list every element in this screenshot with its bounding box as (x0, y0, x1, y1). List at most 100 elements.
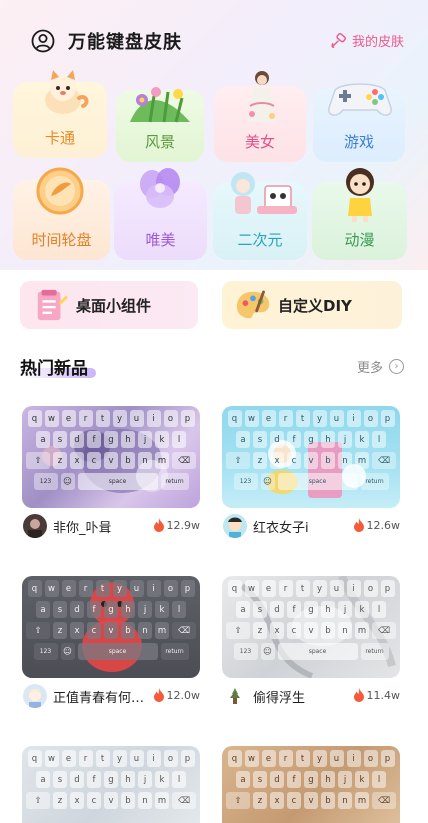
tool-desktop-widget[interactable]: 桌面小组件 (20, 281, 198, 329)
key: h (321, 431, 335, 448)
my-skin-button[interactable]: 我的皮肤 (330, 31, 404, 50)
skin-card-meta: 红衣女子i 12.6w (222, 508, 400, 544)
category-label: 唯美 (145, 231, 176, 249)
skin-card[interactable]: q w e r t y u i o p a s d f g h j k l ⇧ … (22, 406, 200, 544)
skin-brush-icon (331, 32, 346, 48)
key: q (227, 410, 242, 427)
author-name: 正值青春有何… (53, 690, 145, 706)
category-time-wheel[interactable]: 时间轮盘 (13, 167, 110, 260)
key: r (78, 750, 93, 767)
key: k (155, 431, 169, 448)
keyboard-preview: q w e r t y u i o p a s d f g h j k l ⇧ … (22, 576, 200, 678)
delete-key-icon: ⌫ (372, 792, 396, 809)
key: w (44, 410, 59, 427)
category-scenery[interactable]: 风景 (116, 87, 204, 162)
key: k (355, 601, 369, 618)
shift-key: ⇧ (26, 622, 50, 639)
key: y (312, 580, 327, 597)
key: j (138, 431, 152, 448)
category-game[interactable]: 游戏 (313, 83, 405, 162)
key: r (78, 410, 93, 427)
fire-icon (153, 688, 164, 702)
key: b (121, 622, 135, 639)
key: b (321, 792, 335, 809)
key: v (304, 622, 318, 639)
key: u (129, 750, 144, 767)
key: m (155, 452, 169, 469)
hot-section-title-text: 热门新品 (20, 359, 88, 379)
popularity: 12.6w (353, 518, 400, 532)
popularity: 11.4w (353, 688, 400, 702)
keyboard-keys: q w e r t y u i o p a s d f g h j k l ⇧ … (22, 576, 200, 678)
key: u (329, 410, 344, 427)
return-key: return (160, 473, 189, 490)
num-key: 123 (233, 643, 258, 660)
category-label: 美女 (244, 133, 275, 151)
key: x (70, 622, 84, 639)
key: a (236, 771, 250, 788)
key: t (95, 750, 110, 767)
key: g (104, 771, 118, 788)
space-key: space (77, 643, 158, 660)
key: o (163, 750, 178, 767)
key: i (346, 750, 361, 767)
category-anime[interactable]: 动漫 (312, 168, 407, 260)
key: u (329, 580, 344, 597)
key: m (355, 452, 369, 469)
avatar (223, 684, 247, 708)
key: v (304, 792, 318, 809)
key: p (380, 410, 395, 427)
emoji-key-icon: ☺ (260, 473, 275, 490)
space-key: space (277, 473, 358, 490)
key: f (87, 431, 101, 448)
key: q (27, 750, 42, 767)
category-label: 风景 (144, 133, 175, 151)
key: p (180, 750, 195, 767)
key: z (253, 792, 267, 809)
return-key: return (160, 643, 189, 660)
skin-card[interactable]: q w e r t y u i o p a s d f g h j k l ⇧ … (222, 746, 400, 823)
category-cartoon[interactable]: 卡通 (13, 70, 107, 158)
more-label: 更多 (356, 361, 383, 376)
key: w (244, 410, 259, 427)
scenery-flowers-icon (130, 87, 190, 123)
category-beauty[interactable]: 美女 (214, 71, 306, 162)
key: f (287, 601, 301, 618)
delete-key-icon: ⌫ (172, 792, 196, 809)
tool-custom-diy[interactable]: 自定义DIY (222, 281, 402, 329)
user-profile-icon[interactable] (31, 29, 55, 53)
space-key: space (77, 473, 158, 490)
key: i (146, 580, 161, 597)
key: o (363, 410, 378, 427)
skin-card[interactable]: q w e r t y u i o p a s d f g h j k l ⇧ … (222, 576, 400, 714)
app-title: 万能键盘皮肤 (68, 32, 182, 53)
key: p (180, 580, 195, 597)
key: f (87, 601, 101, 618)
author-name: 偷得浮生 (253, 690, 306, 706)
keyboard-preview: q w e r t y u i o p a s d f g h j k l ⇧ … (222, 576, 400, 678)
my-skin-label: 我的皮肤 (351, 35, 404, 50)
key: h (121, 601, 135, 618)
skin-card[interactable]: q w e r t y u i o p a s d f g h j k l ⇧ … (222, 406, 400, 544)
category-acg[interactable]: 二次元 (213, 172, 307, 260)
key: a (236, 431, 250, 448)
key: j (138, 601, 152, 618)
key: q (227, 750, 242, 767)
delete-key-icon: ⌫ (172, 452, 196, 469)
keyboard-keys: q w e r t y u i o p a s d f g h j k l ⇧ … (22, 746, 200, 823)
more-button[interactable]: 更多 › (357, 357, 404, 376)
keyboard-preview: q w e r t y u i o p a s d f g h j k l ⇧ … (222, 406, 400, 508)
key: g (304, 771, 318, 788)
key: y (312, 410, 327, 427)
key: k (355, 431, 369, 448)
key: n (338, 452, 352, 469)
key: l (172, 601, 186, 618)
key: o (363, 580, 378, 597)
category-aesthetic[interactable]: 唯美 (114, 168, 207, 260)
skin-card[interactable]: q w e r t y u i o p a s d f g h j k l ⇧ … (22, 576, 200, 714)
delete-key-icon: ⌫ (372, 622, 396, 639)
delete-key-icon: ⌫ (372, 452, 396, 469)
key: x (270, 452, 284, 469)
key: s (53, 601, 67, 618)
skin-card[interactable]: q w e r t y u i o p a s d f g h j k l ⇧ … (22, 746, 200, 823)
